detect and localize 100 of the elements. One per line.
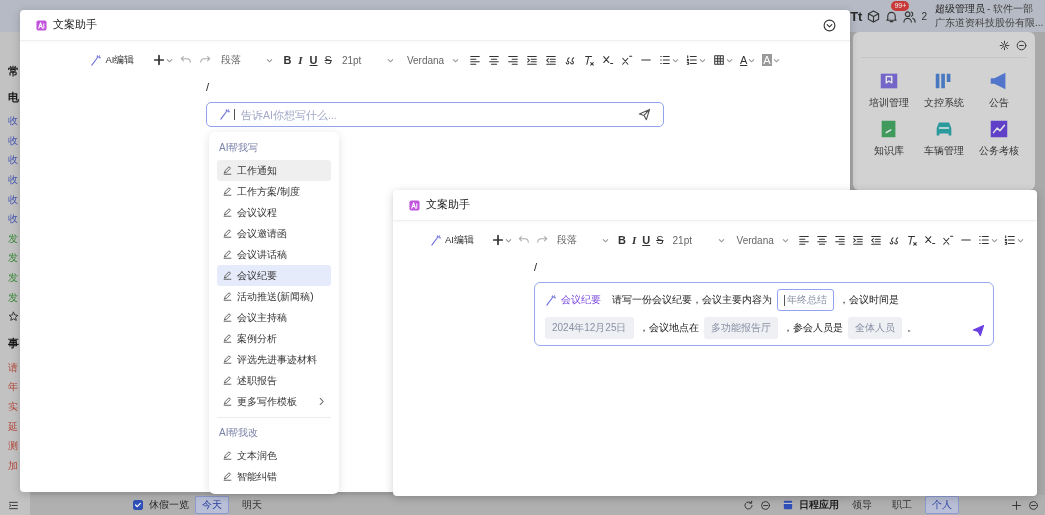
- menu-item[interactable]: 会议主持稿: [217, 307, 331, 328]
- dropdown-select[interactable]: Verdana: [404, 51, 461, 69]
- caret-icon: [717, 236, 725, 244]
- caret-icon: [698, 56, 706, 64]
- dropdown-select[interactable]: Verdana: [734, 231, 791, 249]
- italic-button[interactable]: I: [296, 51, 305, 69]
- menu-item[interactable]: 会议讲话稿: [217, 244, 331, 265]
- ai-edit-button[interactable]: AI编辑: [88, 51, 137, 69]
- strike-button[interactable]: S: [654, 231, 666, 249]
- subscript-icon: [601, 54, 614, 66]
- undo-icon: [518, 234, 530, 246]
- department-label: - 软件一部: [987, 2, 1034, 16]
- scope-tab[interactable]: 领导: [845, 496, 879, 514]
- font-color-button[interactable]: A: [737, 51, 758, 69]
- magic-wand-icon: [219, 109, 230, 120]
- send-icon[interactable]: [972, 324, 985, 337]
- menu-item[interactable]: 工作方案/制度: [217, 181, 331, 202]
- inbox-item[interactable]: 收: [8, 189, 18, 210]
- pencil-icon: [223, 229, 232, 238]
- dropdown-select[interactable]: 段落: [219, 51, 276, 69]
- menu-item[interactable]: 文本润色: [217, 445, 331, 466]
- inbox-item[interactable]: 收: [8, 209, 18, 229]
- app-label[interactable]: 公告: [989, 96, 1010, 110]
- ai-prompt-box[interactable]: 会议纪要 请写一份会议纪要，会议主要内容为 年终总结 ，会议时间是 2024年12月25日 ，会议地点在 多功能报告厅 ，参会人员是 全体人员 。: [534, 282, 994, 346]
- ai-prompt-field[interactable]: 告诉AI你想写什么...: [206, 102, 664, 127]
- underline-button[interactable]: U: [640, 231, 653, 249]
- app-label[interactable]: 车辆管理: [924, 144, 964, 158]
- menu-item[interactable]: 案例分析: [217, 328, 331, 349]
- bold-button[interactable]: B: [281, 51, 294, 69]
- bold-button[interactable]: B: [616, 231, 628, 249]
- app-label[interactable]: 培训管理: [868, 96, 909, 110]
- menu-item[interactable]: 活动推送(新闻稿): [217, 286, 331, 307]
- menu-item[interactable]: 会议议程: [217, 202, 331, 223]
- inbox-item[interactable]: 收: [8, 169, 18, 190]
- editor-text: /: [534, 260, 539, 274]
- caret-icon: [725, 56, 733, 64]
- magic-wand-icon: [430, 234, 441, 246]
- caret-icon: [602, 236, 609, 244]
- pencil-icon: [223, 187, 232, 196]
- settings-icon[interactable]: [999, 40, 1010, 51]
- user-name[interactable]: 超级管理员: [935, 2, 985, 16]
- dropdown-select[interactable]: 21pt: [670, 231, 727, 249]
- caret-icon: [772, 56, 780, 64]
- refresh-icon[interactable]: [743, 499, 754, 511]
- clear-format-icon: [905, 234, 918, 246]
- subscript-icon: [923, 234, 936, 246]
- plus-icon: [492, 234, 504, 246]
- app-label[interactable]: 知识库: [873, 144, 904, 158]
- menu-item[interactable]: 会议纪要: [217, 265, 331, 286]
- font-size-button[interactable]: Tt: [850, 8, 863, 24]
- italic-button[interactable]: I: [629, 231, 639, 249]
- dropdown-select[interactable]: 21pt: [339, 51, 396, 69]
- chevron-circle-icon[interactable]: [823, 18, 836, 32]
- menu-item[interactable]: 智能纠错: [217, 466, 331, 487]
- bell-icon[interactable]: [885, 9, 899, 23]
- app-label[interactable]: 公务考核: [979, 144, 1020, 158]
- send-icon[interactable]: [638, 108, 651, 121]
- online-count: 2: [921, 10, 927, 22]
- menu-collapse-icon[interactable]: [8, 500, 19, 511]
- menu-item[interactable]: 会议邀请函: [217, 223, 331, 244]
- menu-item[interactable]: 更多写作模板: [217, 391, 331, 412]
- ai-edit-button[interactable]: AI编辑: [428, 231, 476, 249]
- cube-icon[interactable]: [867, 9, 881, 23]
- scope-tab[interactable]: 职工: [885, 496, 919, 514]
- pencil-icon: [223, 271, 232, 280]
- inbox-item[interactable]: 收: [8, 130, 18, 151]
- users-icon[interactable]: [903, 9, 917, 23]
- app-label[interactable]: 文控系统: [924, 96, 964, 110]
- underline-button[interactable]: U: [307, 51, 320, 69]
- clear-format-icon: [582, 54, 595, 66]
- calendar-icon: [783, 500, 793, 510]
- inbox-item[interactable]: 收: [8, 150, 18, 170]
- day-tab[interactable]: 今天: [195, 496, 229, 514]
- dropdown-select[interactable]: 段落: [555, 231, 611, 249]
- plus-icon[interactable]: [1011, 499, 1022, 511]
- ai-prompt-field[interactable]: 告诉AI你想写什么...: [241, 108, 634, 121]
- caret-icon: [671, 56, 679, 64]
- minus-circle-icon[interactable]: [1016, 40, 1027, 51]
- pencil-icon: [223, 313, 232, 322]
- pencil-icon: [223, 208, 232, 217]
- dialog-title: 文案助手: [53, 18, 97, 32]
- scope-tab[interactable]: 个人: [925, 496, 959, 514]
- day-tab[interactable]: 明天: [235, 496, 269, 514]
- menu-item[interactable]: 评选先进事迹材料: [217, 349, 331, 370]
- minus-circle-icon[interactable]: [760, 499, 771, 511]
- section-heading: 事: [8, 336, 19, 352]
- strike-button[interactable]: S: [322, 51, 334, 69]
- star-icon[interactable]: [8, 311, 19, 323]
- plus-icon: [153, 54, 166, 66]
- pencil-icon: [223, 250, 232, 259]
- inbox-item[interactable]: 收: [8, 111, 18, 131]
- menu-item[interactable]: 工作通知: [217, 160, 331, 181]
- caret-icon: [386, 56, 394, 64]
- checkbox[interactable]: [133, 500, 143, 510]
- pencil-icon: [223, 166, 232, 175]
- pencil-icon: [223, 334, 232, 343]
- redo-icon: [199, 54, 212, 66]
- pencil-icon: [223, 355, 232, 364]
- menu-item[interactable]: 述职报告: [217, 370, 331, 391]
- minus-circle-icon[interactable]: [1028, 499, 1039, 511]
